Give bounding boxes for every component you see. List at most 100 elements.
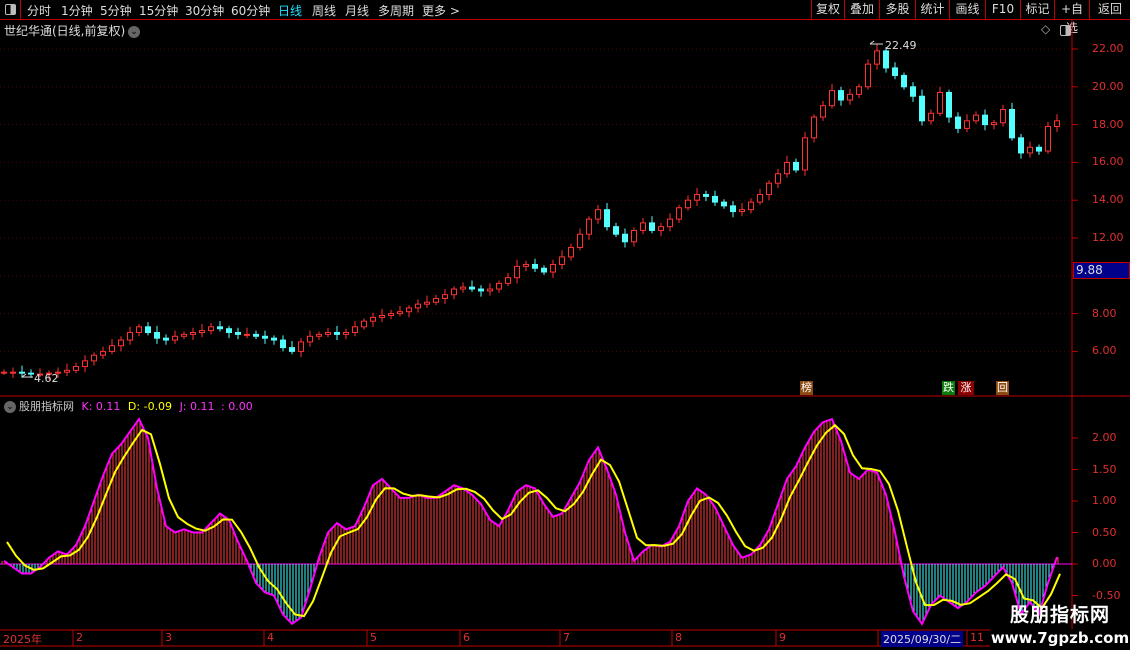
candle-body bbox=[361, 320, 367, 328]
candle-body bbox=[586, 218, 592, 235]
candle-body bbox=[487, 288, 493, 292]
date-label: 5 bbox=[370, 631, 377, 644]
candle-body bbox=[172, 335, 178, 341]
candle-body bbox=[514, 265, 520, 279]
candle-body bbox=[541, 267, 547, 273]
candle-body bbox=[424, 301, 430, 305]
watermark: 股朋指标网 www.7gpzb.com bbox=[990, 600, 1130, 647]
candle-body bbox=[244, 333, 250, 336]
date-label: 6 bbox=[463, 631, 470, 644]
candle-body bbox=[685, 199, 691, 209]
candle-body bbox=[280, 339, 286, 349]
candle-body bbox=[928, 112, 934, 122]
date-label: 8 bbox=[675, 631, 682, 644]
candle-body bbox=[298, 341, 304, 352]
indicator-axis-label: 1.00 bbox=[1092, 494, 1117, 507]
candle-body bbox=[1000, 108, 1006, 124]
candle-body bbox=[577, 233, 583, 248]
marker-bang[interactable]: 榜 bbox=[800, 381, 813, 395]
candle-body bbox=[190, 332, 196, 335]
candle-body bbox=[145, 326, 151, 333]
indicator-axis-label: 0.50 bbox=[1092, 525, 1117, 539]
candle-body bbox=[865, 63, 871, 88]
candle-body bbox=[964, 120, 970, 129]
price-axis-label: 22.00 bbox=[1092, 42, 1124, 55]
candle-body bbox=[559, 256, 565, 265]
candle-body bbox=[703, 194, 709, 197]
candle-body bbox=[109, 345, 115, 352]
k-value: K: 0.11 bbox=[81, 400, 121, 413]
candle-body bbox=[613, 226, 619, 235]
candle-body bbox=[730, 205, 736, 213]
max-arrow-icon bbox=[869, 40, 883, 45]
candle-body bbox=[325, 332, 331, 335]
marker-hui[interactable]: 回 bbox=[996, 381, 1009, 395]
candle-body bbox=[352, 326, 358, 333]
candle-body bbox=[307, 335, 313, 343]
candle-body bbox=[838, 90, 844, 101]
candle-body bbox=[811, 116, 817, 139]
candle-body bbox=[100, 350, 106, 356]
candle-body bbox=[73, 366, 79, 371]
marker-zhang[interactable]: 涨 bbox=[958, 381, 974, 395]
price-axis-label: 8.00 bbox=[1092, 306, 1117, 320]
candle-body bbox=[658, 226, 664, 231]
candle-body bbox=[631, 229, 637, 243]
watermark-title: 股朋指标网 bbox=[1009, 604, 1110, 626]
candle-body bbox=[370, 316, 376, 322]
candle-body bbox=[757, 194, 763, 203]
price-axis-label: 6.00 bbox=[1092, 344, 1117, 358]
candle-body bbox=[982, 114, 988, 126]
candle-body bbox=[235, 332, 241, 335]
candle-body bbox=[64, 369, 70, 373]
d-value: D: -0.09 bbox=[127, 400, 173, 413]
candle-body bbox=[397, 311, 403, 315]
candle-body bbox=[217, 326, 223, 330]
candle-body bbox=[595, 209, 601, 220]
candle-body bbox=[883, 50, 889, 69]
j-value: J: 0.11 bbox=[179, 400, 215, 413]
candle-body bbox=[262, 335, 268, 339]
candle-body bbox=[919, 95, 925, 122]
candle-body bbox=[316, 333, 322, 337]
candle-body bbox=[532, 263, 538, 269]
candle-body bbox=[568, 246, 574, 258]
date-label: 4 bbox=[267, 631, 274, 644]
candle-body bbox=[19, 371, 25, 374]
watermark-url: www.7gpzb.com bbox=[990, 629, 1130, 647]
indicator-axis-label: 1.50 bbox=[1092, 462, 1117, 476]
candle-body bbox=[739, 209, 745, 213]
chart-canvas[interactable] bbox=[0, 0, 1130, 650]
candle-body bbox=[271, 337, 277, 341]
candle-body bbox=[442, 294, 448, 299]
candle-body bbox=[379, 314, 385, 318]
price-axis-label: 16.00 bbox=[1092, 155, 1124, 169]
candle-body bbox=[1009, 108, 1015, 139]
candle-body bbox=[10, 371, 16, 374]
extra-value: : 0.00 bbox=[221, 400, 253, 413]
price-axis-label: 20.00 bbox=[1092, 79, 1124, 93]
candle-body bbox=[289, 347, 295, 352]
candle-body bbox=[712, 195, 718, 203]
candle-body bbox=[775, 173, 781, 184]
candle-body bbox=[892, 67, 898, 76]
candle-body bbox=[91, 354, 97, 362]
candle-body bbox=[955, 116, 961, 129]
candle-body bbox=[847, 93, 853, 101]
candle-body bbox=[226, 328, 232, 334]
indicator-axis-label: 2.00 bbox=[1092, 431, 1117, 444]
date-label: 11 bbox=[970, 631, 984, 644]
candle-body bbox=[793, 161, 799, 171]
candle-body bbox=[910, 86, 916, 97]
chevron-down-icon[interactable]: ⌄ bbox=[4, 401, 16, 413]
candle-body bbox=[991, 122, 997, 126]
candle-body bbox=[154, 332, 160, 339]
indicator-name[interactable]: 股朋指标网 bbox=[19, 400, 74, 413]
candle-body bbox=[388, 313, 394, 316]
candle-body bbox=[856, 86, 862, 95]
candle-body bbox=[199, 330, 205, 333]
marker-die[interactable]: 跌 bbox=[942, 381, 955, 395]
date-label: 3 bbox=[165, 631, 172, 644]
date-label: 2 bbox=[76, 631, 83, 644]
candle-body bbox=[667, 218, 673, 228]
